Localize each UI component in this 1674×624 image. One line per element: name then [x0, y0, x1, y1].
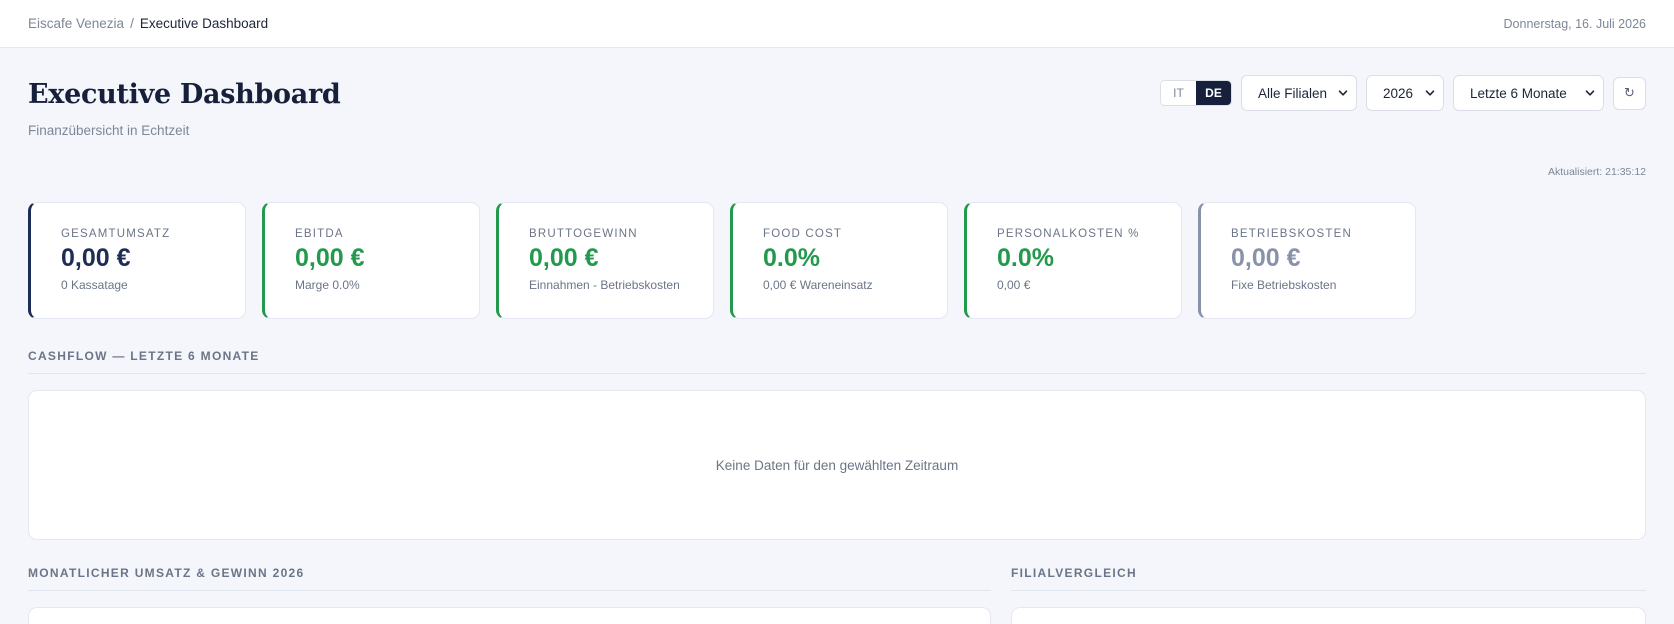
- kpi-value: 0.0%: [763, 244, 820, 272]
- branch-select[interactable]: Alle Filialen: [1241, 75, 1357, 111]
- chevron-down-icon: [1585, 90, 1595, 96]
- kpi-value: 0,00 €: [529, 244, 599, 272]
- chevron-down-icon: [1338, 90, 1348, 96]
- cashflow-chart-panel: Keine Daten für den gewählten Zeitraum: [28, 390, 1646, 540]
- kpi-subtext: 0 Kassatage: [61, 278, 128, 293]
- page-header: Executive Dashboard Finanzübersicht in E…: [28, 48, 1646, 178]
- breadcrumb-home-link[interactable]: Eiscafe Venezia: [28, 16, 124, 31]
- kpi-row: Gesamtumsatz 0,00 € 0 Kassatage EBITDA 0…: [28, 202, 1646, 319]
- kpi-subtext: 0,00 €: [997, 278, 1031, 293]
- breadcrumb-current: Executive Dashboard: [139, 16, 269, 31]
- kpi-card-personalkosten: Personalkosten % 0.0% 0,00 €: [964, 202, 1182, 319]
- last-updated: Aktualisiert: 21:35:12: [1547, 166, 1646, 178]
- cashflow-section-title: Cashflow — Letzte 6 Monate: [28, 349, 1646, 374]
- monthly-chart-panel: [28, 607, 991, 624]
- branch-select-value: Alle Filialen: [1258, 85, 1328, 101]
- breadcrumb-separator: /: [130, 16, 134, 31]
- kpi-value: 0.0%: [997, 244, 1054, 272]
- cashflow-empty-message: Keine Daten für den gewählten Zeitraum: [715, 457, 959, 473]
- monthly-section-title: Monatlicher Umsatz & Gewinn 2026: [28, 566, 991, 591]
- kpi-label: EBITDA: [295, 228, 344, 240]
- kpi-value: 0,00 €: [1231, 244, 1301, 272]
- kpi-subtext: Marge 0.0%: [295, 278, 360, 293]
- kpi-card-ebitda: EBITDA 0,00 € Marge 0.0%: [262, 202, 480, 319]
- kpi-label: Betriebskosten: [1231, 228, 1352, 240]
- year-select[interactable]: 2026: [1366, 75, 1444, 111]
- kpi-card-bruttogewinn: Bruttogewinn 0,00 € Einnahmen - Betriebs…: [496, 202, 714, 319]
- page-subtitle: Finanzübersicht in Echtzeit: [28, 123, 190, 138]
- language-toggle: IT DE: [1160, 80, 1232, 106]
- period-select[interactable]: Letzte 6 Monate: [1453, 75, 1604, 111]
- period-select-value: Letzte 6 Monate: [1470, 85, 1567, 101]
- kpi-value: 0,00 €: [61, 244, 131, 272]
- main-content: Executive Dashboard Finanzübersicht in E…: [0, 48, 1674, 624]
- breadcrumb: Eiscafe Venezia / Executive Dashboard: [28, 16, 268, 31]
- bottom-sections: Monatlicher Umsatz & Gewinn 2026 Filialv…: [28, 566, 1646, 624]
- dashboard-controls: IT DE Alle Filialen 2026 Letzte 6 Monate…: [1160, 75, 1646, 111]
- branch-compare-section: Filialvergleich: [1011, 566, 1646, 624]
- monthly-section: Monatlicher Umsatz & Gewinn 2026: [28, 566, 991, 624]
- top-bar: Eiscafe Venezia / Executive Dashboard Do…: [0, 0, 1674, 48]
- lang-de-button[interactable]: DE: [1196, 81, 1231, 105]
- kpi-card-food-cost: Food Cost 0.0% 0,00 € Wareneinsatz: [730, 202, 948, 319]
- kpi-value: 0,00 €: [295, 244, 365, 272]
- kpi-card-gesamtumsatz: Gesamtumsatz 0,00 € 0 Kassatage: [28, 202, 246, 319]
- kpi-label: Food Cost: [763, 228, 843, 240]
- page-title: Executive Dashboard: [28, 79, 341, 110]
- kpi-subtext: 0,00 € Wareneinsatz: [763, 278, 873, 293]
- branch-compare-title: Filialvergleich: [1011, 566, 1646, 591]
- kpi-card-betriebskosten: Betriebskosten 0,00 € Fixe Betriebskoste…: [1198, 202, 1416, 319]
- refresh-button[interactable]: ↻: [1613, 76, 1646, 110]
- header-date: Donnerstag, 16. Juli 2026: [1503, 16, 1646, 31]
- refresh-icon: ↻: [1624, 85, 1635, 100]
- kpi-subtext: Fixe Betriebskosten: [1231, 278, 1337, 293]
- lang-it-button[interactable]: IT: [1161, 81, 1196, 105]
- year-select-value: 2026: [1383, 85, 1414, 101]
- kpi-label: Gesamtumsatz: [61, 228, 171, 240]
- kpi-label: Bruttogewinn: [529, 228, 638, 240]
- branch-compare-panel: [1011, 607, 1646, 624]
- chevron-down-icon: [1425, 90, 1435, 96]
- kpi-subtext: Einnahmen - Betriebskosten: [529, 278, 680, 293]
- kpi-label: Personalkosten %: [997, 228, 1140, 240]
